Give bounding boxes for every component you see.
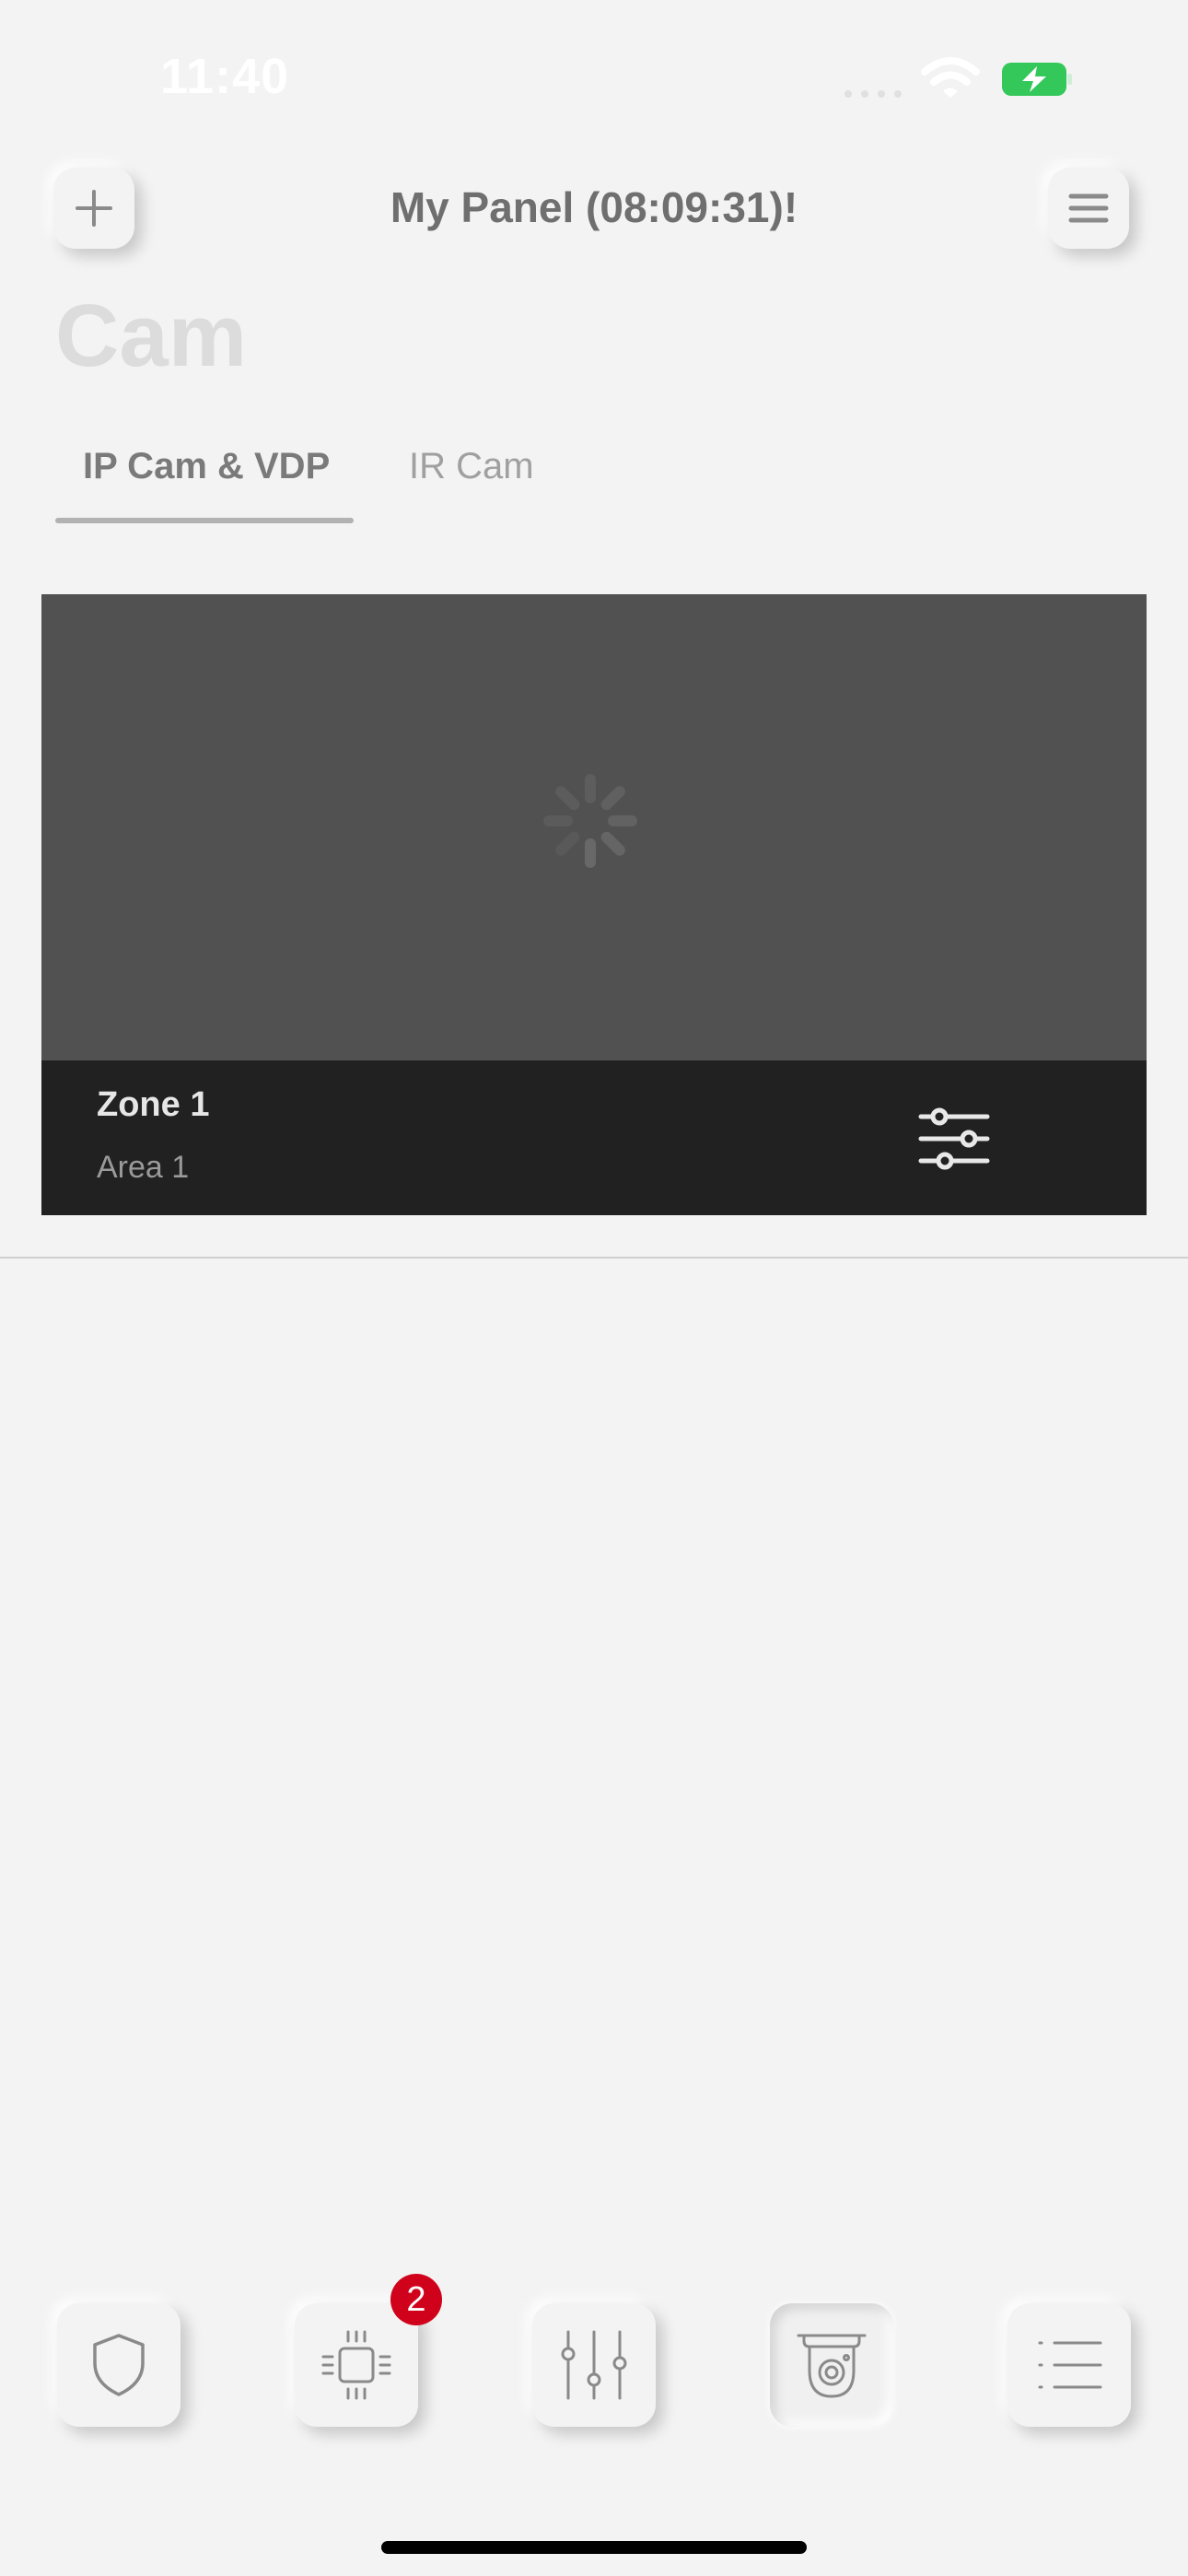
camera-area-name: Area 1 — [97, 1150, 190, 1185]
hamburger-icon — [1068, 193, 1109, 223]
wifi-icon — [921, 57, 980, 98]
menu-button[interactable] — [1048, 168, 1129, 249]
nav-devices-button[interactable] — [295, 2303, 418, 2427]
home-indicator — [381, 2541, 807, 2554]
list-icon — [1038, 2341, 1102, 2389]
section-divider — [0, 1257, 1188, 1259]
nav-controls-button[interactable] — [532, 2303, 656, 2427]
active-tab-indicator — [55, 518, 354, 523]
tab-ir-cam[interactable]: IR Cam — [409, 446, 534, 487]
camera-zone-name: Zone 1 — [97, 1085, 210, 1124]
nav-camera-button[interactable] — [770, 2303, 893, 2427]
status-time: 11:40 — [160, 49, 290, 104]
nav-menu-list-button[interactable] — [1007, 2303, 1131, 2427]
nav-security-button[interactable] — [57, 2303, 181, 2427]
page-title: Cam — [55, 287, 248, 385]
battery-charging-icon — [1002, 63, 1072, 96]
notification-badge: 2 — [390, 2274, 442, 2325]
camera-icon — [797, 2334, 867, 2398]
chip-icon — [321, 2330, 391, 2400]
sliders-icon — [561, 2330, 627, 2400]
cellular-signal-icon — [844, 90, 902, 98]
loading-spinner-icon — [543, 774, 637, 868]
shield-icon — [93, 2334, 145, 2396]
panel-title: My Panel (08:09:31)! — [390, 183, 798, 231]
sliders-settings-icon[interactable] — [917, 1104, 991, 1174]
tab-ip-cam-vdp[interactable]: IP Cam & VDP — [83, 446, 330, 487]
